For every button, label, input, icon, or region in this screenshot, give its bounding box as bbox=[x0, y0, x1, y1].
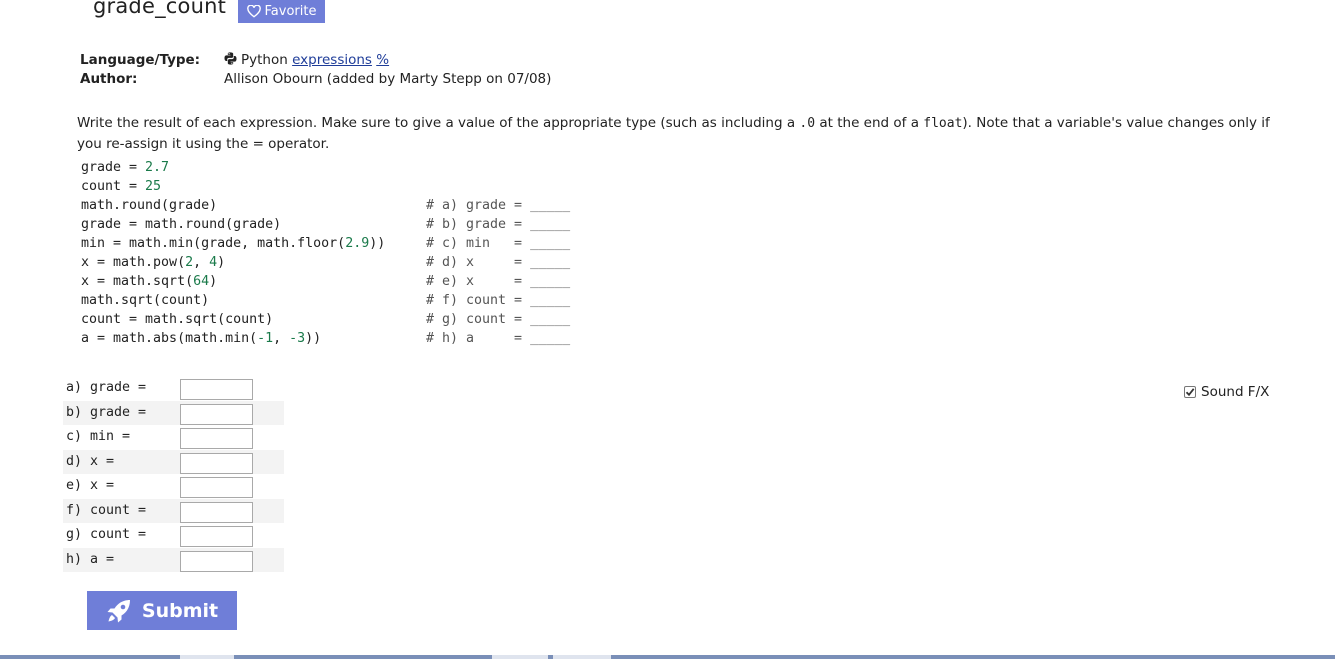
answer-input[interactable] bbox=[180, 428, 253, 449]
code-comment: # c) min = _____ bbox=[426, 236, 571, 251]
code-statement: count = math.sqrt(count) bbox=[81, 312, 274, 327]
code-line: grade = 2.7 bbox=[81, 158, 570, 177]
submit-button[interactable]: Submit bbox=[87, 591, 237, 630]
code-statement: x = math.sqrt(64) bbox=[81, 274, 218, 289]
sound-label: Sound F/X bbox=[1201, 384, 1270, 400]
percent-link[interactable]: % bbox=[376, 52, 389, 68]
python-icon bbox=[224, 52, 237, 65]
answer-input[interactable] bbox=[180, 477, 253, 498]
code-comment: # e) x = _____ bbox=[426, 274, 571, 289]
taskbar-strip bbox=[0, 655, 1335, 659]
code-comment: # a) grade = _____ bbox=[426, 198, 571, 213]
answer-input[interactable] bbox=[180, 452, 253, 474]
description-code-2: float bbox=[923, 115, 963, 131]
language-name: Python bbox=[241, 52, 288, 68]
rocket-icon bbox=[107, 599, 130, 622]
page-title: grade_count bbox=[93, 0, 227, 18]
favorite-label: Favorite bbox=[264, 4, 317, 19]
number-literal: -1 bbox=[257, 331, 274, 346]
checkmark-icon bbox=[1185, 388, 1195, 397]
answer-label: d) x = bbox=[66, 453, 115, 469]
answer-input[interactable] bbox=[180, 526, 253, 547]
author-label: Author: bbox=[80, 71, 138, 87]
number-literal: 2.7 bbox=[145, 160, 170, 175]
heart-icon bbox=[246, 5, 261, 18]
answer-row: c) min = bbox=[63, 425, 284, 450]
code-statement: math.round(grade) bbox=[81, 198, 218, 213]
answer-row: f) count = bbox=[63, 498, 284, 523]
submit-label: Submit bbox=[141, 599, 219, 622]
code-comment: # f) count = _____ bbox=[426, 293, 571, 308]
description-text-2: at the end of a bbox=[815, 114, 924, 131]
code-statement: count = 25 bbox=[81, 179, 162, 194]
answer-row: a) grade = bbox=[63, 376, 284, 401]
number-literal: 4 bbox=[209, 255, 218, 270]
code-line: math.sqrt(count) # f) count = _____ bbox=[81, 291, 570, 310]
answer-row: d) x = bbox=[63, 449, 284, 474]
number-literal: 64 bbox=[193, 274, 210, 289]
answer-input[interactable] bbox=[180, 379, 253, 400]
code-statement: math.sqrt(count) bbox=[81, 293, 210, 308]
code-comment: # g) count = _____ bbox=[426, 312, 571, 327]
answer-row: e) x = bbox=[63, 474, 284, 499]
code-line: count = 25 bbox=[81, 177, 570, 196]
number-literal: -3 bbox=[289, 331, 306, 346]
expressions-link[interactable]: expressions bbox=[292, 52, 372, 68]
taskbar-segment bbox=[180, 655, 234, 659]
language-label: Language/Type: bbox=[80, 52, 201, 68]
number-literal: 2.9 bbox=[345, 236, 370, 251]
code-line: math.round(grade) # a) grade = _____ bbox=[81, 196, 570, 215]
answer-input[interactable] bbox=[180, 550, 253, 572]
code-statement: a = math.abs(math.min(-1, -3)) bbox=[81, 331, 322, 346]
sound-fx-toggle[interactable]: Sound F/X bbox=[1184, 384, 1269, 400]
answer-row: g) count = bbox=[63, 523, 284, 548]
answer-label: b) grade = bbox=[66, 404, 147, 420]
taskbar-segment bbox=[553, 655, 611, 659]
problem-description: Write the result of each expression. Mak… bbox=[77, 113, 1272, 154]
code-comment: # h) a = _____ bbox=[426, 331, 571, 346]
code-line: count = math.sqrt(count) # g) count = ___… bbox=[81, 310, 570, 329]
taskbar-segment bbox=[492, 655, 548, 659]
answer-row: h) a = bbox=[63, 547, 284, 572]
code-comment: # d) x = _____ bbox=[426, 255, 571, 270]
code-line: x = math.sqrt(64) # e) x = _____ bbox=[81, 272, 570, 291]
answer-label: f) count = bbox=[66, 502, 147, 518]
favorite-button[interactable]: Favorite bbox=[238, 0, 325, 23]
answer-input[interactable] bbox=[180, 403, 253, 425]
code-statement: min = math.min(grade, math.floor(2.9)) bbox=[81, 236, 386, 251]
code-statement: x = math.pow(2, 4) bbox=[81, 255, 226, 270]
number-literal: 25 bbox=[145, 179, 162, 194]
author-value: Allison Obourn (added by Marty Stepp on … bbox=[224, 71, 552, 87]
answer-label: h) a = bbox=[66, 551, 115, 567]
code-line: min = math.min(grade, math.floor(2.9)) # … bbox=[81, 234, 570, 253]
description-code-1: .0 bbox=[799, 115, 816, 131]
code-statement: grade = math.round(grade) bbox=[81, 217, 282, 232]
answer-label: c) min = bbox=[66, 429, 131, 444]
answer-input[interactable] bbox=[180, 501, 253, 523]
code-statement: grade = 2.7 bbox=[81, 160, 170, 175]
answer-label: e) x = bbox=[66, 478, 115, 493]
code-comment: # b) grade = _____ bbox=[426, 217, 571, 232]
code-line: x = math.pow(2, 4) # d) x = _____ bbox=[81, 253, 570, 272]
code-line: a = math.abs(math.min(-1, -3)) # h) a = _… bbox=[81, 329, 570, 348]
code-block: grade = 2.7 count = 25 math.round(grade) # … bbox=[81, 158, 570, 348]
answer-label: a) grade = bbox=[66, 380, 147, 395]
code-line: grade = math.round(grade) # b) grade = __… bbox=[81, 215, 570, 234]
sound-checkbox[interactable] bbox=[1184, 386, 1196, 398]
description-text-1: Write the result of each expression. Mak… bbox=[77, 114, 800, 131]
number-literal: 2 bbox=[185, 255, 194, 270]
answer-row: b) grade = bbox=[63, 400, 284, 425]
answer-label: g) count = bbox=[66, 527, 147, 542]
answer-form: a) grade = b) grade = c) min = d) x = e) x =… bbox=[63, 376, 284, 572]
